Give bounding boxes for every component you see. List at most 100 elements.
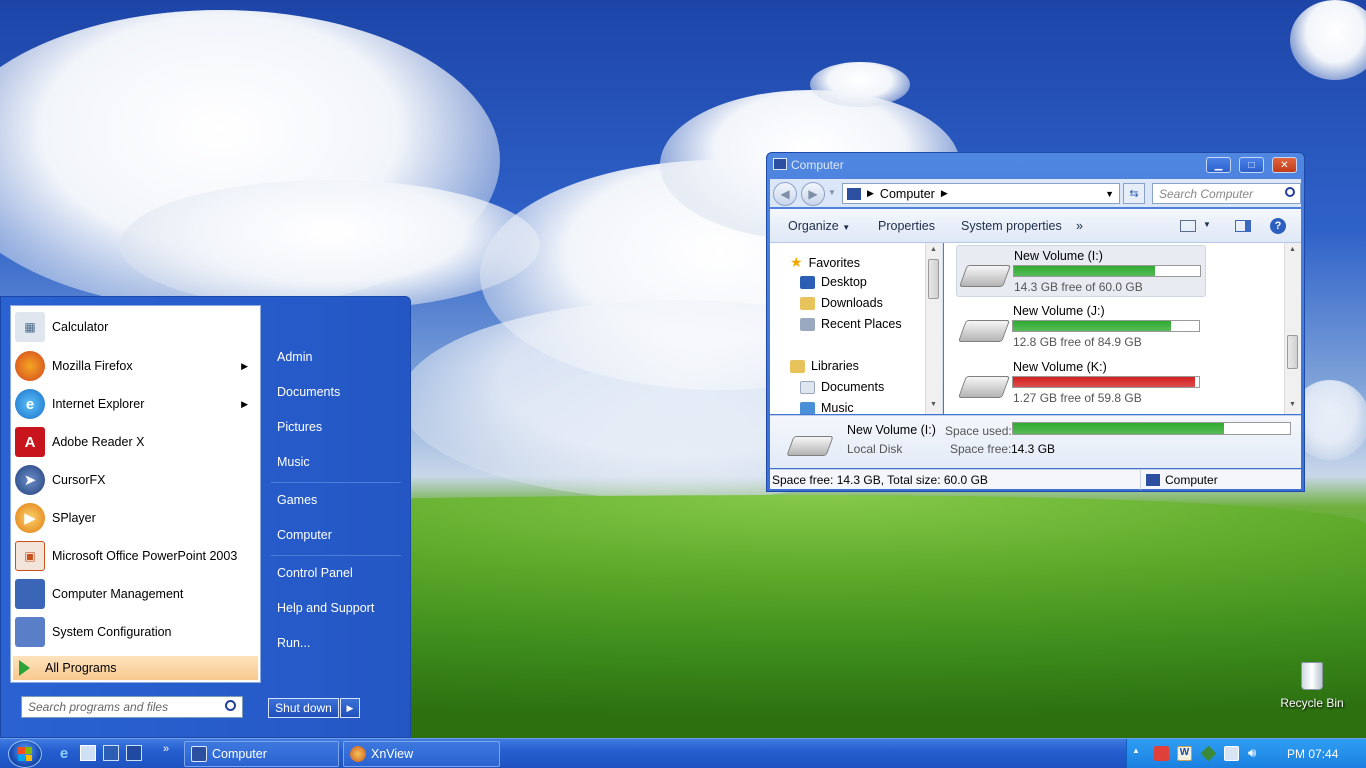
- start-right-music[interactable]: Music: [277, 455, 310, 469]
- shutdown-options-arrow-icon[interactable]: ▶: [340, 698, 360, 718]
- drive-item[interactable]: New Volume (I:) 14.3 GB free of 60.0 GB: [956, 245, 1206, 297]
- hard-drive-icon: [786, 436, 834, 456]
- program-cursorfx[interactable]: ➤ CursorFX: [13, 461, 258, 499]
- drive-free-space: 1.27 GB free of 59.8 GB: [1013, 391, 1142, 405]
- start-search-input[interactable]: Search programs and files: [21, 696, 243, 718]
- program-splayer[interactable]: ▶ SPlayer: [13, 499, 258, 537]
- space-free-value: 14.3 GB: [1011, 442, 1056, 456]
- switch-windows-icon[interactable]: [103, 745, 119, 761]
- drive-free-space: 12.8 GB free of 84.9 GB: [1013, 335, 1142, 349]
- nav-libraries[interactable]: Libraries: [790, 359, 859, 373]
- content-scrollbar[interactable]: ▲ ▼: [1284, 243, 1301, 414]
- computer-icon[interactable]: [126, 745, 142, 761]
- view-options-icon[interactable]: [1180, 220, 1196, 232]
- show-desktop-icon[interactable]: [80, 745, 96, 761]
- start-right-pictures[interactable]: Pictures: [277, 420, 322, 434]
- internet-explorer-icon: e: [15, 389, 45, 419]
- command-bar: Organize ▼ Properties System properties …: [770, 209, 1301, 243]
- nav-desktop[interactable]: Desktop: [800, 275, 867, 289]
- scrollbar-thumb[interactable]: [1287, 335, 1298, 369]
- powerpoint-icon: ▣: [15, 541, 45, 571]
- nav-documents[interactable]: Documents: [800, 380, 884, 394]
- start-menu-programs: ▦ Calculator Mozilla Firefox ▶ e Internet E…: [10, 305, 261, 683]
- breadcrumb-arrow-icon[interactable]: ▶: [867, 188, 874, 199]
- start-right-run[interactable]: Run...: [277, 636, 310, 650]
- network-icon[interactable]: [1224, 746, 1239, 761]
- start-right-admin[interactable]: Admin: [277, 350, 312, 364]
- word-icon[interactable]: W: [1177, 746, 1192, 761]
- search-computer-input[interactable]: Search Computer: [1152, 183, 1301, 204]
- program-firefox[interactable]: Mozilla Firefox ▶: [13, 347, 258, 385]
- nav-downloads[interactable]: Downloads: [800, 296, 883, 310]
- start-right-help-support[interactable]: Help and Support: [277, 601, 374, 615]
- breadcrumb-computer[interactable]: Computer: [880, 187, 935, 201]
- quick-launch-more[interactable]: »: [158, 741, 174, 757]
- address-dropdown-icon[interactable]: ▼: [1105, 189, 1114, 199]
- start-button[interactable]: [8, 740, 42, 768]
- minimize-button[interactable]: ▁: [1206, 157, 1231, 173]
- recent-places-icon: [800, 317, 815, 331]
- system-properties-button[interactable]: System properties: [961, 219, 1062, 233]
- program-calculator[interactable]: ▦ Calculator: [13, 308, 258, 346]
- back-button[interactable]: ◀: [773, 182, 797, 206]
- clock[interactable]: PM 07:44: [1287, 747, 1338, 761]
- downloads-folder-icon: [800, 296, 815, 310]
- recycle-bin-label: Recycle Bin: [1280, 696, 1344, 710]
- refresh-button[interactable]: ⇆: [1123, 183, 1145, 204]
- program-system-configuration[interactable]: System Configuration: [13, 613, 258, 651]
- scroll-up-icon[interactable]: ▲: [1289, 246, 1296, 253]
- drive-usage-bar: [1012, 376, 1200, 388]
- scroll-down-icon[interactable]: ▼: [1289, 401, 1296, 408]
- drives-pane: New Volume (I:) 14.3 GB free of 60.0 GB …: [944, 243, 1301, 414]
- status-divider: [1140, 470, 1141, 490]
- internet-explorer-icon[interactable]: e: [56, 745, 72, 762]
- details-pane: New Volume (I:) Local Disk Space used: S…: [770, 415, 1301, 468]
- nav-recent-places[interactable]: Recent Places: [800, 317, 902, 331]
- program-powerpoint[interactable]: ▣ Microsoft Office PowerPoint 2003: [13, 537, 258, 575]
- system-tray: ▲ W 🔊︎ PM 07:44: [1126, 739, 1366, 768]
- chevron-down-icon[interactable]: ▼: [1203, 220, 1211, 229]
- nav-scrollbar[interactable]: ▲ ▼: [925, 243, 942, 414]
- taskbar-button-xnview[interactable]: XnView: [343, 741, 500, 767]
- program-internet-explorer[interactable]: e Internet Explorer ▶: [13, 385, 258, 423]
- show-hidden-icons-icon[interactable]: ▲: [1132, 746, 1140, 755]
- nav-music[interactable]: Music: [800, 401, 854, 414]
- desktop-icon-recycle-bin[interactable]: Recycle Bin: [1278, 662, 1346, 710]
- computer-icon: [773, 158, 787, 170]
- close-button[interactable]: ✕: [1272, 157, 1297, 173]
- drive-item[interactable]: New Volume (K:) 1.27 GB free of 59.8 GB: [956, 357, 1206, 409]
- volume-icon[interactable]: 🔊︎: [1248, 745, 1256, 761]
- help-icon[interactable]: ?: [1270, 218, 1286, 234]
- breadcrumb-arrow-icon[interactable]: ▶: [941, 188, 948, 199]
- taskbar-button-computer[interactable]: Computer: [184, 741, 339, 767]
- scrollbar-thumb[interactable]: [928, 259, 939, 299]
- network-sync-icon[interactable]: [1200, 745, 1217, 762]
- start-right-computer[interactable]: Computer: [277, 528, 332, 542]
- maximize-button[interactable]: □: [1239, 157, 1264, 173]
- scroll-down-icon[interactable]: ▼: [930, 401, 937, 408]
- search-icon[interactable]: [1285, 187, 1295, 197]
- more-commands-button[interactable]: »: [1076, 219, 1083, 233]
- tray-app-icon[interactable]: [1154, 746, 1169, 761]
- explorer-window[interactable]: Computer ▁ □ ✕ ◀ ▶ ▼ ▶ Computer ▶ ▼ ⇆ Se…: [766, 152, 1305, 492]
- all-programs-button[interactable]: All Programs: [13, 656, 258, 680]
- scroll-up-icon[interactable]: ▲: [930, 246, 937, 253]
- start-right-games[interactable]: Games: [277, 493, 317, 507]
- splayer-icon: ▶: [15, 503, 45, 533]
- organize-button[interactable]: Organize ▼: [788, 219, 850, 233]
- nav-favorites[interactable]: ★ Favorites: [790, 254, 860, 271]
- start-right-documents[interactable]: Documents: [277, 385, 340, 399]
- properties-button[interactable]: Properties: [878, 219, 935, 233]
- forward-button[interactable]: ▶: [801, 182, 825, 206]
- program-adobe-reader[interactable]: A Adobe Reader X: [13, 423, 258, 461]
- preview-pane-icon[interactable]: [1235, 220, 1251, 232]
- shutdown-button[interactable]: Shut down: [268, 698, 339, 718]
- start-right-control-panel[interactable]: Control Panel: [277, 566, 353, 580]
- search-icon[interactable]: [225, 700, 236, 711]
- program-computer-management[interactable]: Computer Management: [13, 575, 258, 613]
- recent-pages-chevron-icon[interactable]: ▼: [828, 188, 836, 197]
- drive-item[interactable]: New Volume (J:) 12.8 GB free of 84.9 GB: [956, 301, 1206, 353]
- computer-management-icon: [15, 579, 45, 609]
- address-bar[interactable]: ▶ Computer ▶ ▼: [842, 183, 1120, 204]
- recycle-bin-icon: [1301, 662, 1323, 690]
